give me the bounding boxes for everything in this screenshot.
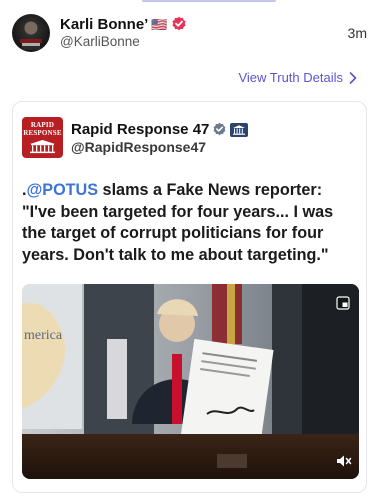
video-caption-text: merica xyxy=(24,328,63,343)
quoted-author-name-row[interactable]: Rapid Response 47 xyxy=(71,121,249,138)
quoted-author-name[interactable]: Rapid Response 47 xyxy=(71,121,209,138)
post-timestamp: 3m xyxy=(347,25,367,41)
avatar-seal-text: RAPID RESPONSE xyxy=(23,121,62,137)
quoted-post-text: .@POTUS slams a Fake News reporter: "I'v… xyxy=(22,180,360,266)
author-name-row[interactable]: Karli Bonne’ 🇺🇸 xyxy=(60,16,187,33)
author-avatar[interactable] xyxy=(12,14,50,52)
chevron-right-icon xyxy=(349,71,357,84)
flag-emoji: 🇺🇸 xyxy=(151,17,168,32)
view-truth-details-label: View Truth Details xyxy=(238,70,343,85)
video-player[interactable]: merica xyxy=(22,284,359,479)
white-house-logo-icon xyxy=(30,140,55,154)
verified-badge-icon xyxy=(171,16,186,31)
quoted-author-handle[interactable]: @RapidResponse47 xyxy=(71,139,206,155)
potus-mention-link[interactable]: @POTUS xyxy=(27,181,99,199)
verified-check-icon xyxy=(213,122,226,136)
rapid-response-avatar[interactable]: RAPID RESPONSE xyxy=(22,117,63,158)
quoted-post-card[interactable]: RAPID RESPONSE Rapid Response 47 @RapidR… xyxy=(12,101,367,493)
video-thumbnail xyxy=(22,284,359,479)
view-truth-details-link[interactable]: View Truth Details xyxy=(238,70,357,85)
post-header: Karli Bonne’ 🇺🇸 @KarliBonne 3m xyxy=(12,14,367,54)
author-handle[interactable]: @KarliBonne xyxy=(60,34,140,49)
mute-icon[interactable] xyxy=(336,454,352,468)
author-name[interactable]: Karli Bonne’ xyxy=(60,16,148,33)
picture-in-picture-icon[interactable] xyxy=(336,296,350,310)
top-accent-bar xyxy=(142,0,276,2)
government-building-icon xyxy=(230,122,249,137)
